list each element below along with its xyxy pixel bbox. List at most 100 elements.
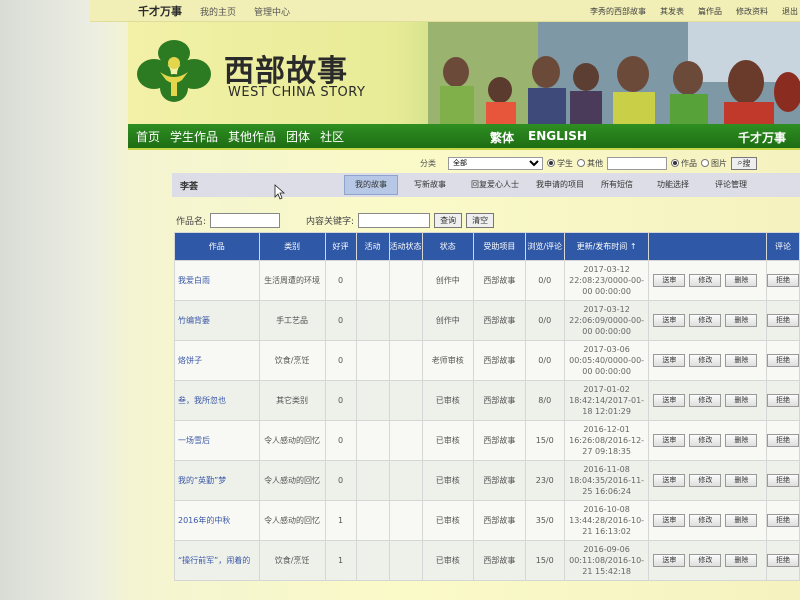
lang-traditional[interactable]: 繁体: [490, 129, 514, 146]
submit-review-button[interactable]: 送审: [653, 474, 686, 487]
edit-button[interactable]: 修改: [689, 554, 722, 567]
logout-link[interactable]: 退出: [782, 6, 798, 17]
edit-button[interactable]: 修改: [689, 514, 722, 527]
table-row[interactable]: “操行前军”，闹着的 饮食/烹饪 1 已审核 西部故事 15/0 2016-09-06 00…: [174, 540, 800, 581]
tab-my-stories[interactable]: 我的故事: [344, 175, 398, 195]
tab-reply-donors[interactable]: 回复爱心人士: [462, 175, 528, 195]
admin-center-link[interactable]: 管理中心: [254, 5, 290, 18]
category-select[interactable]: 全部: [448, 156, 543, 170]
tab-new-story[interactable]: 写新故事: [404, 175, 456, 195]
nav-student-works[interactable]: 学生作品: [170, 128, 218, 145]
filter-search-button[interactable]: ⌕ 搜: [731, 156, 757, 170]
radio-student[interactable]: 学生: [547, 158, 573, 169]
table-row[interactable]: 我爱白雨 生活周遭的环境 0 创作中 西部故事 0/0 2017-03-12 22:08:2…: [174, 260, 800, 301]
edit-button[interactable]: 修改: [689, 354, 722, 367]
col-activity[interactable]: 活动: [355, 232, 390, 261]
col-title[interactable]: 作品: [174, 232, 260, 261]
row-title[interactable]: 叁，我所忽也: [174, 380, 260, 421]
logo-icon[interactable]: [134, 36, 214, 106]
query-button[interactable]: 查询: [434, 213, 463, 228]
edit-button[interactable]: 修改: [689, 394, 722, 407]
col-activity-status[interactable]: 活动状态: [388, 232, 423, 261]
row-title[interactable]: 烙饼子: [174, 340, 260, 381]
tab-comment-mgmt[interactable]: 评论管理: [704, 175, 758, 195]
radio-pics[interactable]: 图片: [701, 158, 727, 169]
submit-review-button[interactable]: 送审: [653, 274, 686, 287]
row-title[interactable]: 我爱白雨: [174, 260, 260, 301]
row-views: 23/0: [524, 460, 565, 501]
row-title[interactable]: 2016年的中秋: [174, 500, 260, 541]
radio-other-dot[interactable]: [577, 159, 585, 167]
row-title[interactable]: 竹编背篓: [174, 300, 260, 341]
table-row[interactable]: 叁，我所忽也 其它类别 0 已审核 西部故事 8/0 2017-01-02 18:42:14…: [174, 380, 800, 421]
filter-row: 分类 全部 学生 其他 作品 图片 ⌕ 搜: [420, 155, 800, 171]
delete-button[interactable]: 删除: [725, 514, 758, 527]
radio-works[interactable]: 作品: [671, 158, 697, 169]
row-actions: 送审 修改 删除: [648, 540, 767, 581]
table-row[interactable]: 烙饼子 饮食/烹饪 0 老师审核 西部故事 0/0 2017-03-06 00:05:40/…: [174, 340, 800, 381]
edit-button[interactable]: 修改: [689, 474, 722, 487]
reject-button[interactable]: 拒绝: [766, 274, 799, 287]
row-title[interactable]: “操行前军”，闹着的: [174, 540, 260, 581]
submit-review-button[interactable]: 送审: [653, 554, 686, 567]
tab-all-messages[interactable]: 所有短信: [592, 175, 642, 195]
filter-search-input[interactable]: [607, 156, 667, 170]
delete-button[interactable]: 删除: [725, 314, 758, 327]
radio-student-dot[interactable]: [547, 159, 555, 167]
delete-button[interactable]: 删除: [725, 354, 758, 367]
nav-other-works[interactable]: 其他作品: [228, 128, 276, 145]
delete-button[interactable]: 删除: [725, 474, 758, 487]
edit-profile-link[interactable]: 修改资料: [736, 6, 768, 17]
edit-button[interactable]: 修改: [689, 274, 722, 287]
nav-community[interactable]: 社区: [320, 128, 344, 145]
delete-button[interactable]: 删除: [725, 554, 758, 567]
submit-review-button[interactable]: 送审: [653, 394, 686, 407]
work-name-input[interactable]: [210, 213, 281, 228]
edit-button[interactable]: 修改: [689, 434, 722, 447]
edit-button[interactable]: 修改: [689, 314, 722, 327]
row-title[interactable]: 我的“英勤”梦: [174, 460, 260, 501]
col-time[interactable]: 更新/发布时间 ↑: [563, 232, 650, 261]
lang-english[interactable]: ENGLISH: [528, 129, 587, 146]
reject-button[interactable]: 拒绝: [766, 314, 799, 327]
clear-button[interactable]: 清空: [466, 213, 495, 228]
nav-home[interactable]: 首页: [136, 128, 160, 145]
nav-groups[interactable]: 团体: [286, 128, 310, 145]
top-brand[interactable]: 千才万事: [138, 3, 182, 19]
row-title[interactable]: 一场雪后: [174, 420, 260, 461]
tab-functions[interactable]: 功能选择: [648, 175, 698, 195]
submit-review-button[interactable]: 送审: [653, 434, 686, 447]
delete-button[interactable]: 删除: [725, 434, 758, 447]
col-status[interactable]: 状态: [421, 232, 475, 261]
my-homepage-link[interactable]: 我的主页: [200, 5, 236, 18]
table-row[interactable]: 我的“英勤”梦 令人感动的回忆 0 已审核 西部故事 23/0 2016-11-08 18:…: [174, 460, 800, 501]
delete-button[interactable]: 删除: [725, 274, 758, 287]
table-row[interactable]: 2016年的中秋 令人感动的回忆 1 已审核 西部故事 35/0 2016-10-08 13…: [174, 500, 800, 541]
submit-review-button[interactable]: 送审: [653, 354, 686, 367]
radio-pics-dot[interactable]: [701, 159, 709, 167]
col-comments[interactable]: 评论: [765, 232, 800, 261]
submit-review-button[interactable]: 送审: [653, 514, 686, 527]
keyword-input[interactable]: [358, 213, 431, 228]
reject-button[interactable]: 拒绝: [766, 434, 799, 447]
col-likes[interactable]: 好评: [324, 232, 357, 261]
radio-works-dot[interactable]: [671, 159, 679, 167]
col-project[interactable]: 受助项目: [473, 232, 526, 261]
reject-button[interactable]: 拒绝: [766, 394, 799, 407]
reject-button[interactable]: 拒绝: [766, 354, 799, 367]
delete-button[interactable]: 删除: [725, 394, 758, 407]
submit-review-button[interactable]: 送审: [653, 314, 686, 327]
radio-other[interactable]: 其他: [577, 158, 603, 169]
table-row[interactable]: 竹编背篓 手工艺品 0 创作中 西部故事 0/0 2017-03-12 22:06:09/0…: [174, 300, 800, 341]
tab-my-projects[interactable]: 我申请的项目: [534, 175, 586, 195]
col-category[interactable]: 类别: [258, 232, 326, 261]
table-row[interactable]: 一场雪后 令人感动的回忆 0 已审核 西部故事 15/0 2016-12-01 16:26:…: [174, 420, 800, 461]
reject-button[interactable]: 拒绝: [766, 554, 799, 567]
published-link[interactable]: 其发表: [660, 6, 684, 17]
col-views[interactable]: 浏览/评论: [524, 232, 565, 261]
user-story-link[interactable]: 李秀的西部故事: [590, 6, 646, 17]
reject-button[interactable]: 拒绝: [766, 514, 799, 527]
reject-button[interactable]: 拒绝: [766, 474, 799, 487]
nav-right-brand[interactable]: 千才万事: [738, 129, 786, 146]
works-count-link[interactable]: 篇作品: [698, 6, 722, 17]
